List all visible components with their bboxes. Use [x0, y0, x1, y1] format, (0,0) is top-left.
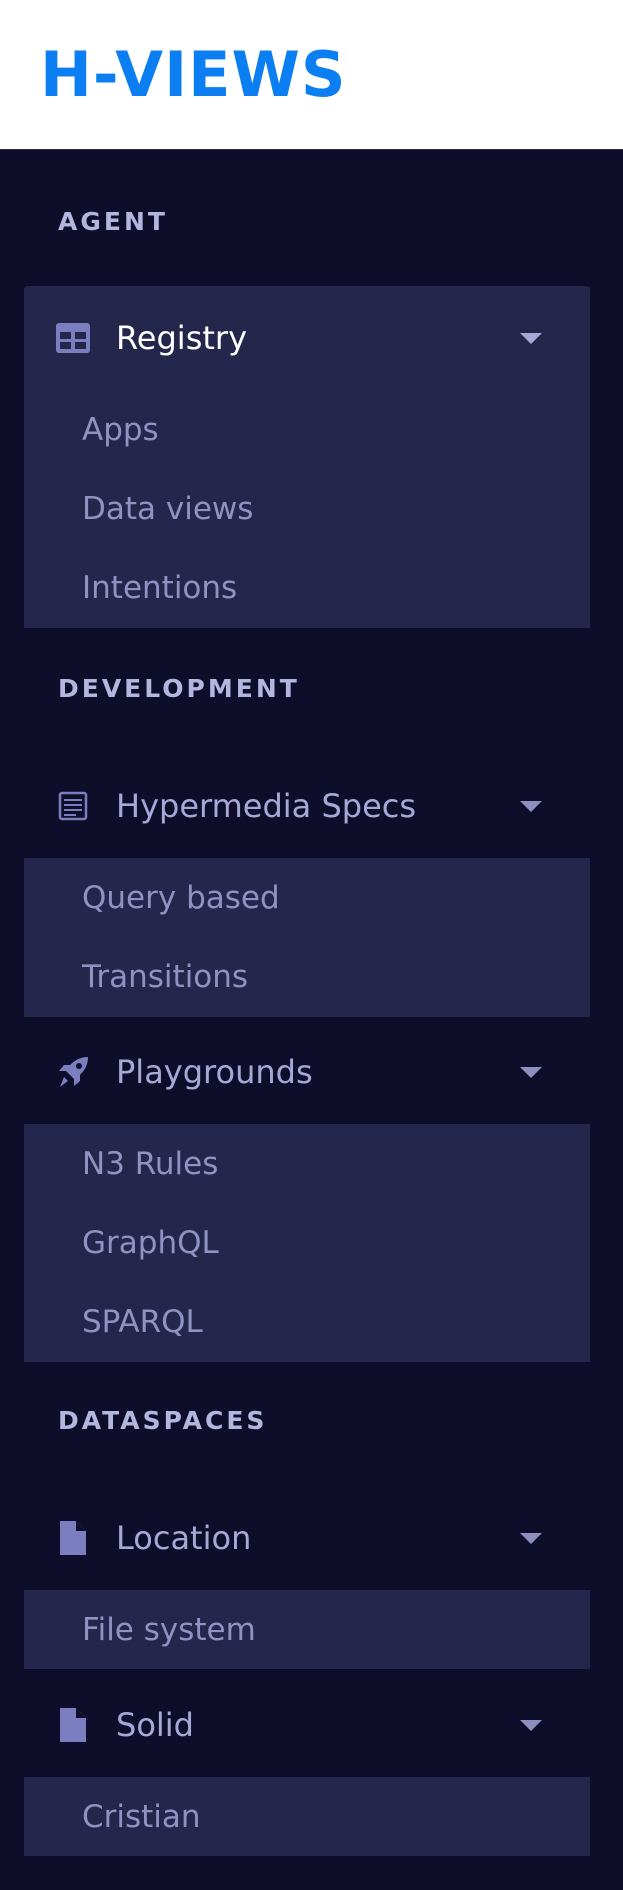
sidebar-item-cristian[interactable]: Cristian — [24, 1777, 590, 1856]
menu-playgrounds[interactable]: Playgrounds — [24, 1020, 590, 1124]
submenu-playgrounds: N3 Rules GraphQL SPARQL — [24, 1124, 590, 1362]
spec-sheet-icon — [56, 789, 90, 823]
submenu-registry: Apps Data views Intentions — [24, 390, 590, 628]
menu-hypermedia-specs-label: Hypermedia Specs — [116, 787, 417, 825]
menu-location-label: Location — [116, 1519, 252, 1557]
brand-logo[interactable]: H-VIEWS — [40, 38, 347, 111]
table-icon — [56, 321, 90, 355]
menu-registry[interactable]: Registry — [24, 286, 590, 390]
chevron-down-icon[interactable] — [520, 1532, 542, 1544]
chevron-down-icon[interactable] — [520, 1719, 542, 1731]
rocket-icon — [56, 1055, 90, 1089]
chevron-down-icon[interactable] — [520, 800, 542, 812]
sidebar: AGENT Registry Apps Data views Intention… — [0, 150, 623, 1890]
sidebar-item-intentions[interactable]: Intentions — [24, 548, 590, 627]
sidebar-item-data-views[interactable]: Data views — [24, 469, 590, 548]
menu-solid[interactable]: Solid — [24, 1673, 590, 1777]
menu-location[interactable]: Location — [24, 1486, 590, 1590]
chevron-down-icon[interactable] — [520, 332, 542, 344]
sidebar-item-apps[interactable]: Apps — [24, 390, 590, 469]
file-icon — [56, 1521, 90, 1555]
sidebar-item-query-based[interactable]: Query based — [24, 858, 590, 937]
sidebar-item-graphql[interactable]: GraphQL — [24, 1203, 590, 1282]
brand-bar: H-VIEWS — [0, 0, 623, 150]
chevron-down-icon[interactable] — [520, 1066, 542, 1078]
section-title-development: DEVELOPMENT — [58, 674, 300, 703]
menu-playgrounds-label: Playgrounds — [116, 1053, 313, 1091]
submenu-solid: Cristian — [24, 1777, 590, 1856]
sidebar-item-transitions[interactable]: Transitions — [24, 937, 590, 1016]
sidebar-item-sparql[interactable]: SPARQL — [24, 1282, 590, 1361]
submenu-location: File system — [24, 1590, 590, 1669]
file-icon — [56, 1708, 90, 1742]
section-title-dataspaces: DATASPACES — [58, 1406, 268, 1435]
sidebar-item-file-system[interactable]: File system — [24, 1590, 590, 1669]
menu-hypermedia-specs[interactable]: Hypermedia Specs — [24, 754, 590, 858]
sidebar-item-n3-rules[interactable]: N3 Rules — [24, 1124, 590, 1203]
menu-solid-label: Solid — [116, 1706, 194, 1744]
submenu-hypermedia-specs: Query based Transitions — [24, 858, 590, 1017]
menu-registry-label: Registry — [116, 319, 247, 357]
section-title-agent: AGENT — [58, 207, 168, 236]
